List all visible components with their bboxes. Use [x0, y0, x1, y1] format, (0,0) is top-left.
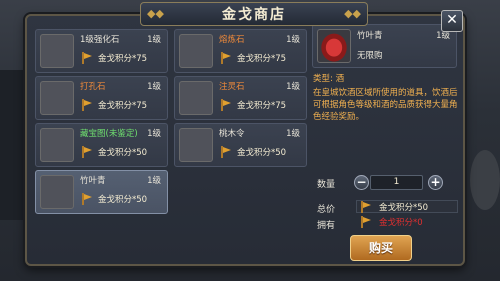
item-grid: 1级强化石 1级 金戈积分*75 熔炼石 1级 金戈积分*75 打孔石 1级 金戈积分*75 注灵… — [35, 29, 310, 259]
shop-item-name: 竹叶青 — [80, 176, 106, 186]
shop-item-price-text: 金戈积分*75 — [237, 54, 287, 64]
shop-item-price-text: 金戈积分*75 — [98, 54, 148, 64]
owned-points-text: 金戈积分*0 — [379, 217, 423, 228]
quantity-increase-button[interactable]: + — [428, 175, 443, 190]
jinge-points-icon — [359, 200, 371, 213]
shop-title-bar: ◆◆ 金戈商店 ◆◆ — [140, 2, 368, 26]
shop-item-name: 1级强化石 — [80, 35, 120, 45]
jinge-points-icon — [80, 193, 92, 205]
shop-item-price-text: 金戈积分*75 — [98, 101, 148, 111]
background-round-button — [470, 150, 500, 210]
detail-purchase-limit: 无限购 — [357, 51, 383, 61]
shop-item-level: 1级 — [147, 82, 161, 92]
shop-item-card[interactable]: 桃木令 1级金戈积分*50 — [174, 123, 307, 167]
detail-item-name: 竹叶青 — [357, 31, 383, 41]
buy-button[interactable]: 购买 — [350, 235, 412, 261]
detail-item-type: 类型: 酒 — [313, 74, 345, 84]
jinge-points-icon — [219, 99, 231, 111]
shop-item-level: 1级 — [147, 129, 161, 139]
shop-item-price-text: 金戈积分*50 — [237, 148, 287, 158]
title-ornament-right-icon: ◆◆ — [344, 7, 361, 20]
shop-item-price: 金戈积分*75 — [80, 99, 147, 111]
shop-item-level: 1级 — [147, 176, 161, 186]
shop-item-card[interactable]: 藏宝图(未鉴定) 1级金戈积分*50 — [35, 123, 168, 167]
shop-item-card[interactable]: 注灵石 1级金戈积分*75 — [174, 76, 307, 120]
shop-item-card[interactable]: 1级强化石 1级金戈积分*75 — [35, 29, 168, 73]
shop-item-card[interactable]: 竹叶青 1级金戈积分*50 — [35, 170, 168, 214]
blue-stone-icon — [40, 81, 74, 115]
shop-item-price: 金戈积分*50 — [219, 146, 286, 158]
jinge-points-icon — [80, 99, 92, 111]
shop-item-name: 桃木令 — [219, 129, 245, 139]
shop-item-level: 1级 — [286, 82, 300, 92]
shop-item-level: 1级 — [147, 35, 161, 45]
jinge-points-icon — [219, 52, 231, 64]
owned-value: 金戈积分*0 — [356, 215, 458, 228]
shop-item-price-text: 金戈积分*50 — [98, 148, 148, 158]
jinge-points-icon — [80, 146, 92, 158]
quantity-input[interactable]: 1 — [370, 175, 423, 190]
jinge-points-icon — [359, 215, 371, 228]
orange-stone-icon — [179, 34, 213, 68]
shop-item-price-text: 金戈积分*50 — [98, 195, 148, 205]
shop-item-card[interactable]: 打孔石 1级金戈积分*75 — [35, 76, 168, 120]
title-ornament-left-icon: ◆◆ — [147, 7, 164, 20]
shop-item-price: 金戈积分*50 — [80, 146, 147, 158]
shop-item-name: 注灵石 — [219, 82, 245, 92]
shop-item-name: 熔炼石 — [219, 35, 245, 45]
shop-item-level: 1级 — [286, 35, 300, 45]
owned-label: 拥有 — [317, 221, 336, 231]
shop-item-price: 金戈积分*75 — [219, 52, 286, 64]
shop-item-price: 金戈积分*75 — [80, 52, 147, 64]
close-button[interactable]: ✕ — [441, 10, 463, 32]
shop-item-price: 金戈积分*50 — [80, 193, 147, 205]
total-price-text: 金戈积分*50 — [379, 202, 429, 213]
quantity-label: 数量 — [317, 180, 336, 190]
shop-item-price-text: 金戈积分*75 — [237, 101, 287, 111]
wine-jar-icon — [317, 29, 351, 63]
detail-item-description: 在皇城饮酒区域所使用的道具，饮酒后可根据角色等级和酒的品质获得大量角色经验奖励。 — [313, 88, 458, 122]
shop-item-card[interactable]: 熔炼石 1级金戈积分*75 — [174, 29, 307, 73]
white-stone-icon — [40, 34, 74, 68]
shop-item-name: 藏宝图(未鉴定) — [80, 129, 138, 139]
token-icon — [179, 128, 213, 162]
jinge-points-icon — [219, 146, 231, 158]
wine-jar-icon — [40, 175, 74, 209]
total-price-value: 金戈积分*50 — [356, 200, 458, 213]
jinge-points-icon — [80, 52, 92, 64]
shop-item-level: 1级 — [286, 129, 300, 139]
detail-item-card: 竹叶青 1级 无限购 — [312, 24, 457, 68]
treasure-map-icon — [40, 128, 74, 162]
green-stone-icon — [179, 81, 213, 115]
quantity-decrease-button[interactable]: − — [354, 175, 369, 190]
shop-item-price: 金戈积分*75 — [219, 99, 286, 111]
total-price-label: 总价 — [317, 205, 336, 215]
shop-item-name: 打孔石 — [80, 82, 106, 92]
shop-title: 金戈商店 — [222, 7, 286, 23]
detail-description-block: 类型: 酒 在皇城饮酒区域所使用的道具，饮酒后可根据角色等级和酒的品质获得大量角… — [313, 73, 458, 123]
